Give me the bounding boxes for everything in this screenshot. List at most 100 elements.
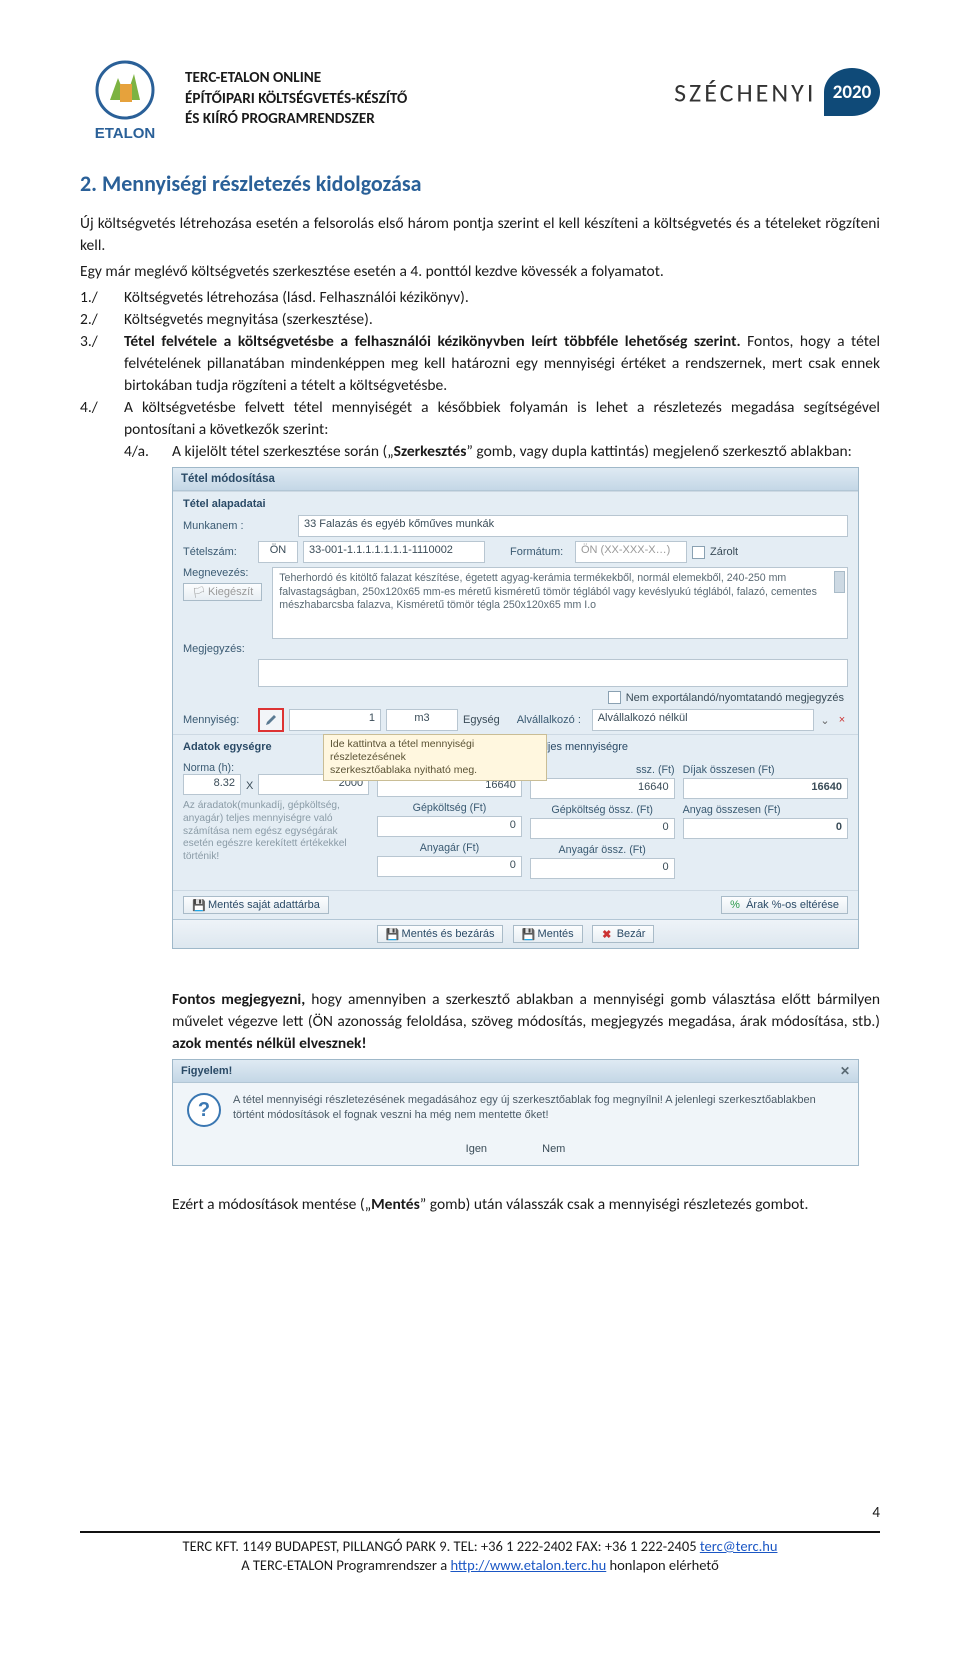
header-line1: TERC-ETALON ONLINE — [185, 68, 674, 89]
megnevezes-label: Megnevezés: — [183, 567, 248, 579]
zarolt-label: Zárolt — [710, 546, 738, 558]
disk-icon: 💾 — [386, 928, 398, 940]
item-edit-dialog: Tétel módosítása Tétel alapadatai Munkan… — [172, 467, 859, 949]
step-1-text: Költségvetés létrehozása (lásd. Felhaszn… — [124, 287, 880, 309]
quantity-detail-button[interactable] — [258, 708, 284, 732]
step-4a-text: A kijelölt tétel szerkesztése során („Sz… — [172, 441, 880, 463]
clear-icon[interactable]: × — [836, 714, 848, 726]
tetelszam-label: Tételszám: — [183, 546, 253, 558]
save-to-own-label: Mentés saját adattárba — [208, 899, 320, 911]
close-button[interactable]: ✖ Bezár — [592, 925, 655, 943]
warning-bold-lead: Fontos megjegyezni, — [172, 990, 305, 1009]
anyagar-value[interactable]: 0 — [377, 856, 522, 877]
munkanem-label: Munkanem : — [183, 520, 293, 532]
szechenyi-badge: 2020 — [824, 68, 880, 116]
header-line2: ÉPÍTŐIPARI KÖLTSÉGVETÉS-KÉSZÍTŐ — [185, 89, 674, 110]
svg-text:ETALON: ETALON — [95, 125, 156, 142]
anyagarossz-value: 0 — [530, 858, 675, 879]
section-heading: 2. Mennyiségi részletezés kidolgozása — [80, 170, 880, 197]
anyagarossz-label: Anyagár össz. (Ft) — [530, 842, 675, 858]
footer-email-link[interactable]: terc@terc.hu — [700, 1537, 778, 1555]
noexport-checkbox[interactable] — [608, 691, 621, 704]
dijak-value: 16640 — [683, 778, 848, 799]
megjegyzes-textarea[interactable] — [258, 659, 848, 687]
kiegeszit-button[interactable]: 🏳 Kiegészít — [183, 583, 262, 601]
tetelszam-input[interactable]: 33-001-1.1.1.1.1.1.1-1110002 — [303, 541, 485, 563]
footer-line2b: honlapon elérhető — [606, 1556, 719, 1574]
warning-message: A tétel mennyiségi részletezésének megad… — [233, 1093, 844, 1123]
intro-paragraph-2: Egy már meglévő költségvetés szerkesztés… — [80, 261, 880, 283]
step-1-number: 1./ — [80, 287, 124, 309]
egyseg-label: Egység — [463, 714, 500, 726]
munkadij-ossz: 16640 — [530, 778, 675, 799]
teljes-label: teljes mennyiségre — [536, 741, 628, 753]
warning-dialog: Figyelem! ✕ ? A tétel mennyiségi részlet… — [172, 1059, 859, 1166]
formatum-label: Formátum: — [510, 546, 570, 558]
norma-value[interactable]: 8.32 — [183, 774, 241, 795]
gepossz-label: Gépköltség össz. (Ft) — [530, 802, 675, 818]
warning-paragraph: Fontos megjegyezni, hogy amennyiben a sz… — [172, 989, 880, 1055]
adatok-label: Adatok egységre — [183, 741, 272, 753]
tooltip-line1: Ide kattintva a tétel mennyiségi részlet… — [330, 738, 540, 764]
yes-button[interactable]: Igen — [446, 1141, 507, 1157]
disk-icon: 💾 — [192, 899, 204, 911]
x-label: X — [246, 780, 253, 792]
mennyiseg-unit[interactable]: m3 — [386, 709, 458, 731]
mennyiseg-label: Mennyiség: — [183, 714, 253, 726]
closing-paragraph: Ezért a módosítások mentése („Mentés” go… — [172, 1194, 880, 1216]
intro-paragraph-1: Új költségvetés létrehozása esetén a fel… — [80, 213, 880, 257]
formatum-select[interactable]: ÖN (XX-XXX-X…) — [575, 541, 687, 563]
footer-url-link[interactable]: http://www.etalon.terc.hu — [450, 1556, 606, 1574]
step-4a-bold: Szerkesztés — [394, 442, 467, 461]
dialog-title: Tétel módosítása — [173, 468, 858, 491]
closing-a: Ezért a módosítások mentése („ — [172, 1195, 371, 1214]
alvallalkozo-label: Alvállalkozó : — [517, 714, 587, 726]
step-3-number: 3./ — [80, 331, 124, 397]
closing-c: ” gomb) után válasszák csak a mennyiségi… — [420, 1195, 809, 1214]
price-percent-button[interactable]: % Árak %-os eltérése — [721, 896, 848, 914]
header-line3: ÉS KIÍRÓ PROGRAMRENDSZER — [185, 109, 674, 130]
save-label: Mentés — [538, 928, 574, 940]
footer-line2a: A TERC-ETALON Programrendszer a — [241, 1556, 450, 1574]
disk-icon: 💾 — [522, 928, 534, 940]
scrollbar-icon[interactable] — [834, 571, 845, 593]
step-4a-a: A kijelölt tétel szerkesztése során („ — [172, 442, 394, 461]
megjegyzes-label: Megjegyzés: — [183, 643, 253, 655]
megnevezes-textarea[interactable]: Teherhordó és kitöltő falazat készítése,… — [272, 567, 848, 639]
question-icon: ? — [187, 1093, 221, 1127]
close-icon: ✖ — [601, 928, 613, 940]
on-badge: ÖN — [258, 541, 298, 563]
step-3-text: Tétel felvétele a költségvetésbe a felha… — [124, 331, 880, 397]
pencil-icon — [264, 713, 278, 727]
page-number: 4 — [872, 1504, 880, 1522]
quantity-tooltip: Ide kattintva a tétel mennyiségi részlet… — [323, 734, 547, 781]
tooltip-line2: szerkesztőablaka nyitható meg. — [330, 764, 540, 777]
gepkoltseg-label: Gépköltség (Ft) — [377, 800, 522, 816]
kiegeszit-label: Kiegészít — [208, 586, 253, 598]
noexport-label: Nem exportálandó/nyomtatandó megjegyzés — [626, 692, 844, 704]
no-button[interactable]: Nem — [522, 1141, 585, 1157]
alvallalkozo-select[interactable]: Alvállalkozó nélkül — [592, 709, 814, 731]
munkanem-select[interactable]: 33 Falazás és egyéb kőműves munkák — [298, 515, 848, 537]
calc-note: Az áradatok(munkadíj, gépköltség, anyagá… — [183, 798, 369, 864]
save-and-close-label: Mentés és bezárás — [402, 928, 495, 940]
mennyiseg-input[interactable]: 1 — [289, 709, 381, 731]
save-button[interactable]: 💾 Mentés — [513, 925, 583, 943]
gepkoltseg-value[interactable]: 0 — [377, 816, 522, 837]
save-and-close-button[interactable]: 💾 Mentés és bezárás — [377, 925, 504, 943]
header-text: TERC-ETALON ONLINE ÉPÍTŐIPARI KÖLTSÉGVET… — [185, 60, 674, 130]
footer-line1: TERC KFT. 1149 BUDAPEST, PILLANGÓ PARK 9… — [183, 1537, 700, 1555]
close-icon[interactable]: ✕ — [840, 1064, 850, 1078]
anyagossz-value: 0 — [683, 818, 848, 839]
szechenyi-text: SZÉCHENYI — [674, 77, 816, 109]
save-to-own-button[interactable]: 💾 Mentés saját adattárba — [183, 896, 329, 914]
logo-szechenyi: SZÉCHENYI 2020 — [674, 60, 880, 116]
dropdown-icon[interactable]: ⌄ — [819, 714, 831, 727]
anyagossz-label: Anyag összesen (Ft) — [683, 802, 848, 818]
step-2-text: Költségvetés megnyitása (szerkesztése). — [124, 309, 880, 331]
dijak-label: Díjak összesen (Ft) — [683, 762, 848, 778]
anyagar-label: Anyagár (Ft) — [377, 840, 522, 856]
step-4a-number: 4/a. — [80, 441, 172, 463]
warning-title: Figyelem! — [181, 1065, 232, 1077]
zarolt-checkbox[interactable] — [692, 546, 705, 559]
